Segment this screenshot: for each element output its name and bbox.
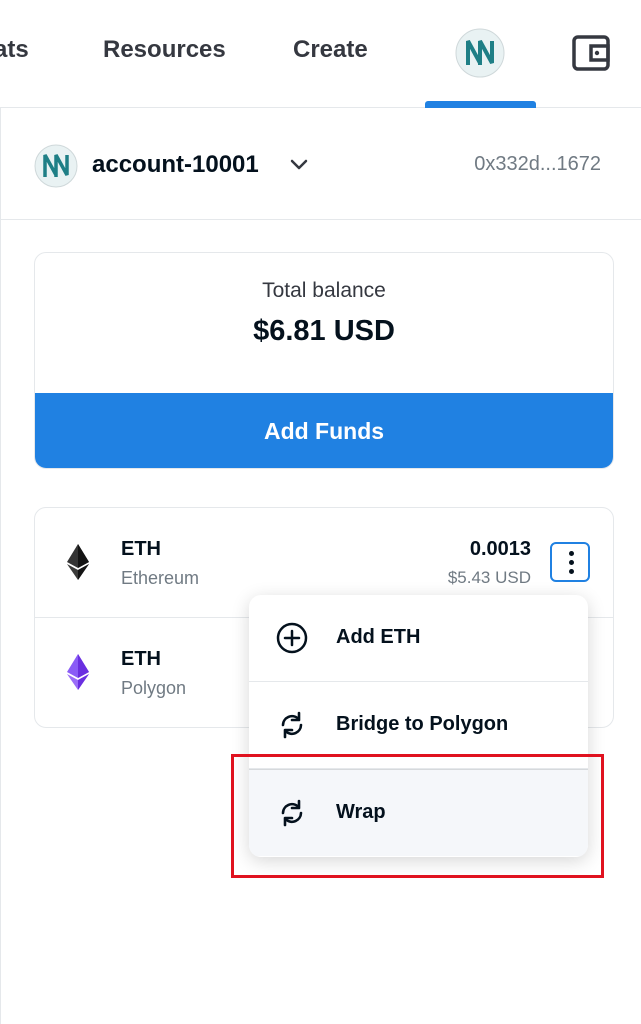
token-symbol: ETH [121, 538, 161, 560]
account-header: account-10001 0x332d...1672 [0, 108, 641, 220]
menu-item-add-eth[interactable]: Add ETH [249, 595, 588, 682]
kebab-dot-icon [569, 551, 574, 556]
nav-resources-link[interactable]: Resources [103, 36, 226, 64]
wallet-address[interactable]: 0x332d...1672 [474, 153, 601, 176]
panel-divider [0, 108, 1, 1024]
menu-item-label: Wrap [336, 801, 386, 823]
token-amount: 0.0013 [469, 538, 531, 560]
ethereum-icon [67, 544, 89, 580]
token-usd-value: $5.43 USD [447, 568, 531, 587]
polygon-eth-icon [67, 654, 89, 690]
refresh-icon [281, 711, 303, 739]
more-options-button[interactable] [550, 542, 590, 582]
menu-item-label: Add ETH [336, 626, 421, 648]
menu-item-label: Bridge to Polygon [336, 713, 509, 735]
balance-card: Total balance $6.81 USD Add Funds [34, 252, 614, 469]
nav-create-link[interactable]: Create [293, 36, 368, 64]
kebab-dot-icon [569, 560, 574, 565]
total-balance-value: $6.81 USD [253, 315, 395, 347]
token-options-menu: Add ETH Bridge to Polygon Wrap [249, 595, 588, 857]
nav-active-indicator [425, 101, 536, 108]
chevron-down-icon[interactable] [290, 158, 308, 172]
total-balance-label: Total balance [262, 279, 386, 302]
account-name[interactable]: account-10001 [92, 151, 259, 179]
profile-avatar-icon[interactable] [455, 28, 505, 78]
nav-stats-link[interactable]: ats [0, 36, 29, 64]
refresh-icon [281, 799, 303, 827]
top-nav: ats Resources Create [0, 0, 641, 108]
token-symbol: ETH [121, 648, 161, 670]
account-avatar-icon [34, 144, 78, 188]
menu-item-wrap[interactable]: Wrap [249, 769, 588, 856]
token-network: Ethereum [121, 568, 200, 588]
token-network: Polygon [121, 678, 187, 698]
add-funds-button[interactable]: Add Funds [35, 393, 613, 468]
wallet-icon[interactable] [571, 34, 611, 72]
plus-circle-icon [276, 622, 308, 654]
kebab-dot-icon [569, 569, 574, 574]
menu-item-bridge-to-polygon[interactable]: Bridge to Polygon [249, 682, 588, 769]
